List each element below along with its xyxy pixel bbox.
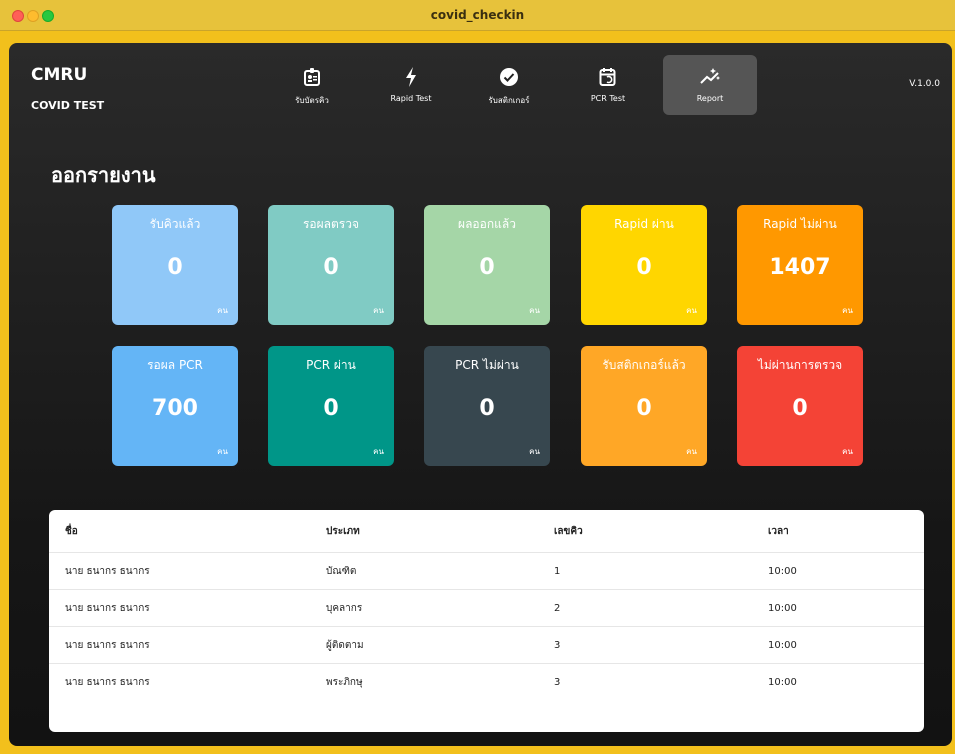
- stat-card-unit: คน: [373, 447, 384, 456]
- cell-time: 10:00: [752, 589, 924, 627]
- page-title: ออกรายงาน: [51, 163, 156, 187]
- brand-subtitle: COVID TEST: [31, 99, 105, 112]
- cell-name: นาย ธนากร ธนากร: [49, 589, 310, 627]
- cell-type: บุคลากร: [310, 589, 538, 627]
- stat-card-title: Rapid ไม่ผ่าน: [763, 217, 837, 231]
- stat-card-unit: คน: [529, 447, 540, 456]
- stat-card-title: ไม่ผ่านการตรวจ: [757, 358, 843, 372]
- nav-label-get-queue: รับบัตรคิว: [295, 96, 329, 105]
- stat-card-rapid-pass: Rapid ผ่าน 0 คน: [581, 205, 707, 325]
- sparkle-chart-icon: [663, 67, 757, 89]
- stat-card-value: 0: [636, 396, 652, 421]
- table-row[interactable]: นาย ธนากร ธนากร บัณฑิต 1 10:00: [49, 552, 924, 590]
- column-header-name: ชื่อ: [65, 525, 78, 537]
- stat-card-queued: รับคิวแล้ว 0 คน: [112, 205, 238, 325]
- lightning-icon: [364, 67, 458, 89]
- column-header-queue-number: เลขคิว: [554, 525, 583, 537]
- stat-card-waiting-pcr: รอผล PCR 700 คน: [112, 346, 238, 466]
- report-table-container: ชื่อ ประเภท เลขคิว เวลา นาย ธนากร ธนากร …: [49, 510, 924, 732]
- stat-card-result-out: ผลออกแล้ว 0 คน: [424, 205, 550, 325]
- version-label: V.1.0.0: [909, 79, 940, 89]
- nav-label-pcr-test: PCR Test: [590, 94, 626, 103]
- nav-label-sticker: รับสติกเกอร์: [488, 96, 530, 105]
- cell-name: นาย ธนากร ธนากร: [49, 663, 310, 700]
- cell-time: 10:00: [752, 626, 924, 664]
- stat-card-title: Rapid ผ่าน: [614, 217, 674, 231]
- app-window: CMRU COVID TEST รับบัตรคิว Rapid Test รั…: [9, 43, 952, 746]
- report-table: ชื่อ ประเภท เลขคิว เวลา นาย ธนากร ธนากร …: [49, 510, 924, 700]
- column-header-type: ประเภท: [326, 525, 360, 537]
- id-card-icon: [265, 67, 359, 89]
- nav-item-report[interactable]: Report: [663, 55, 757, 115]
- table-row[interactable]: นาย ธนากร ธนากร ผู้ติดตาม 3 10:00: [49, 626, 924, 664]
- cell-queue-number: 3: [538, 663, 752, 700]
- stat-card-unit: คน: [686, 306, 697, 315]
- cell-name: นาย ธนากร ธนากร: [49, 626, 310, 664]
- cell-queue-number: 2: [538, 589, 752, 627]
- cell-type: พระภิกษุ: [310, 663, 538, 700]
- stat-card-sticker-received: รับสติกเกอร์แล้ว 0 คน: [581, 346, 707, 466]
- stat-card-value: 0: [636, 255, 652, 280]
- stat-card-unit: คน: [529, 306, 540, 315]
- nav-item-get-queue[interactable]: รับบัตรคิว: [265, 55, 359, 115]
- stat-card-unit: คน: [686, 447, 697, 456]
- stat-card-title: รับสติกเกอร์แล้ว: [602, 358, 686, 372]
- stat-card-title: รอผล PCR: [147, 358, 203, 372]
- stat-card-unit: คน: [217, 447, 228, 456]
- nav-item-pcr-test[interactable]: PCR Test: [561, 55, 655, 115]
- stat-card-unit: คน: [842, 447, 853, 456]
- stat-card-value: 0: [167, 255, 183, 280]
- cell-queue-number: 1: [538, 552, 752, 590]
- table-header-row: ชื่อ ประเภท เลขคิว เวลา: [49, 510, 924, 553]
- stat-card-pcr-pass: PCR ผ่าน 0 คน: [268, 346, 394, 466]
- stat-card-failed-check: ไม่ผ่านการตรวจ 0 คน: [737, 346, 863, 466]
- cell-time: 10:00: [752, 552, 924, 590]
- window-titlebar: covid_checkin: [0, 0, 955, 31]
- stat-card-unit: คน: [842, 306, 853, 315]
- stat-card-value: 0: [479, 255, 495, 280]
- stat-card-value: 1407: [769, 255, 831, 280]
- brand: CMRU COVID TEST: [31, 65, 104, 112]
- stat-card-waiting-result: รอผลตรวจ 0 คน: [268, 205, 394, 325]
- stat-card-title: รับคิวแล้ว: [149, 217, 201, 231]
- stat-card-value: 0: [323, 396, 339, 421]
- nav-label-rapid-test: Rapid Test: [390, 94, 432, 103]
- stat-card-title: รอผลตรวจ: [302, 217, 360, 231]
- cell-type: ผู้ติดตาม: [310, 626, 538, 664]
- calendar-refresh-icon: [561, 67, 655, 89]
- cell-name: นาย ธนากร ธนากร: [49, 552, 310, 590]
- table-row[interactable]: นาย ธนากร ธนากร พระภิกษุ 3 10:00: [49, 663, 924, 700]
- stat-card-title: PCR ผ่าน: [306, 358, 356, 372]
- stat-card-value: 0: [323, 255, 339, 280]
- stat-card-pcr-fail: PCR ไม่ผ่าน 0 คน: [424, 346, 550, 466]
- nav-label-report: Report: [696, 94, 724, 103]
- stat-card-value: 700: [152, 396, 198, 421]
- stat-card-value: 0: [479, 396, 495, 421]
- cell-queue-number: 3: [538, 626, 752, 664]
- stat-card-rapid-fail: Rapid ไม่ผ่าน 1407 คน: [737, 205, 863, 325]
- stat-card-title: PCR ไม่ผ่าน: [455, 358, 519, 372]
- stat-card-unit: คน: [373, 306, 384, 315]
- stat-card-value: 0: [792, 396, 808, 421]
- table-row[interactable]: นาย ธนากร ธนากร บุคลากร 2 10:00: [49, 589, 924, 627]
- nav-item-rapid-test[interactable]: Rapid Test: [364, 55, 458, 115]
- brand-title: CMRU: [31, 65, 88, 85]
- cell-type: บัณฑิต: [310, 552, 538, 590]
- window-title: covid_checkin: [430, 8, 525, 22]
- check-circle-icon: [462, 67, 556, 89]
- nav-item-sticker[interactable]: รับสติกเกอร์: [462, 55, 556, 115]
- column-header-time: เวลา: [768, 525, 789, 537]
- stat-card-title: ผลออกแล้ว: [458, 217, 516, 231]
- stat-card-unit: คน: [217, 306, 228, 315]
- cell-time: 10:00: [752, 663, 924, 700]
